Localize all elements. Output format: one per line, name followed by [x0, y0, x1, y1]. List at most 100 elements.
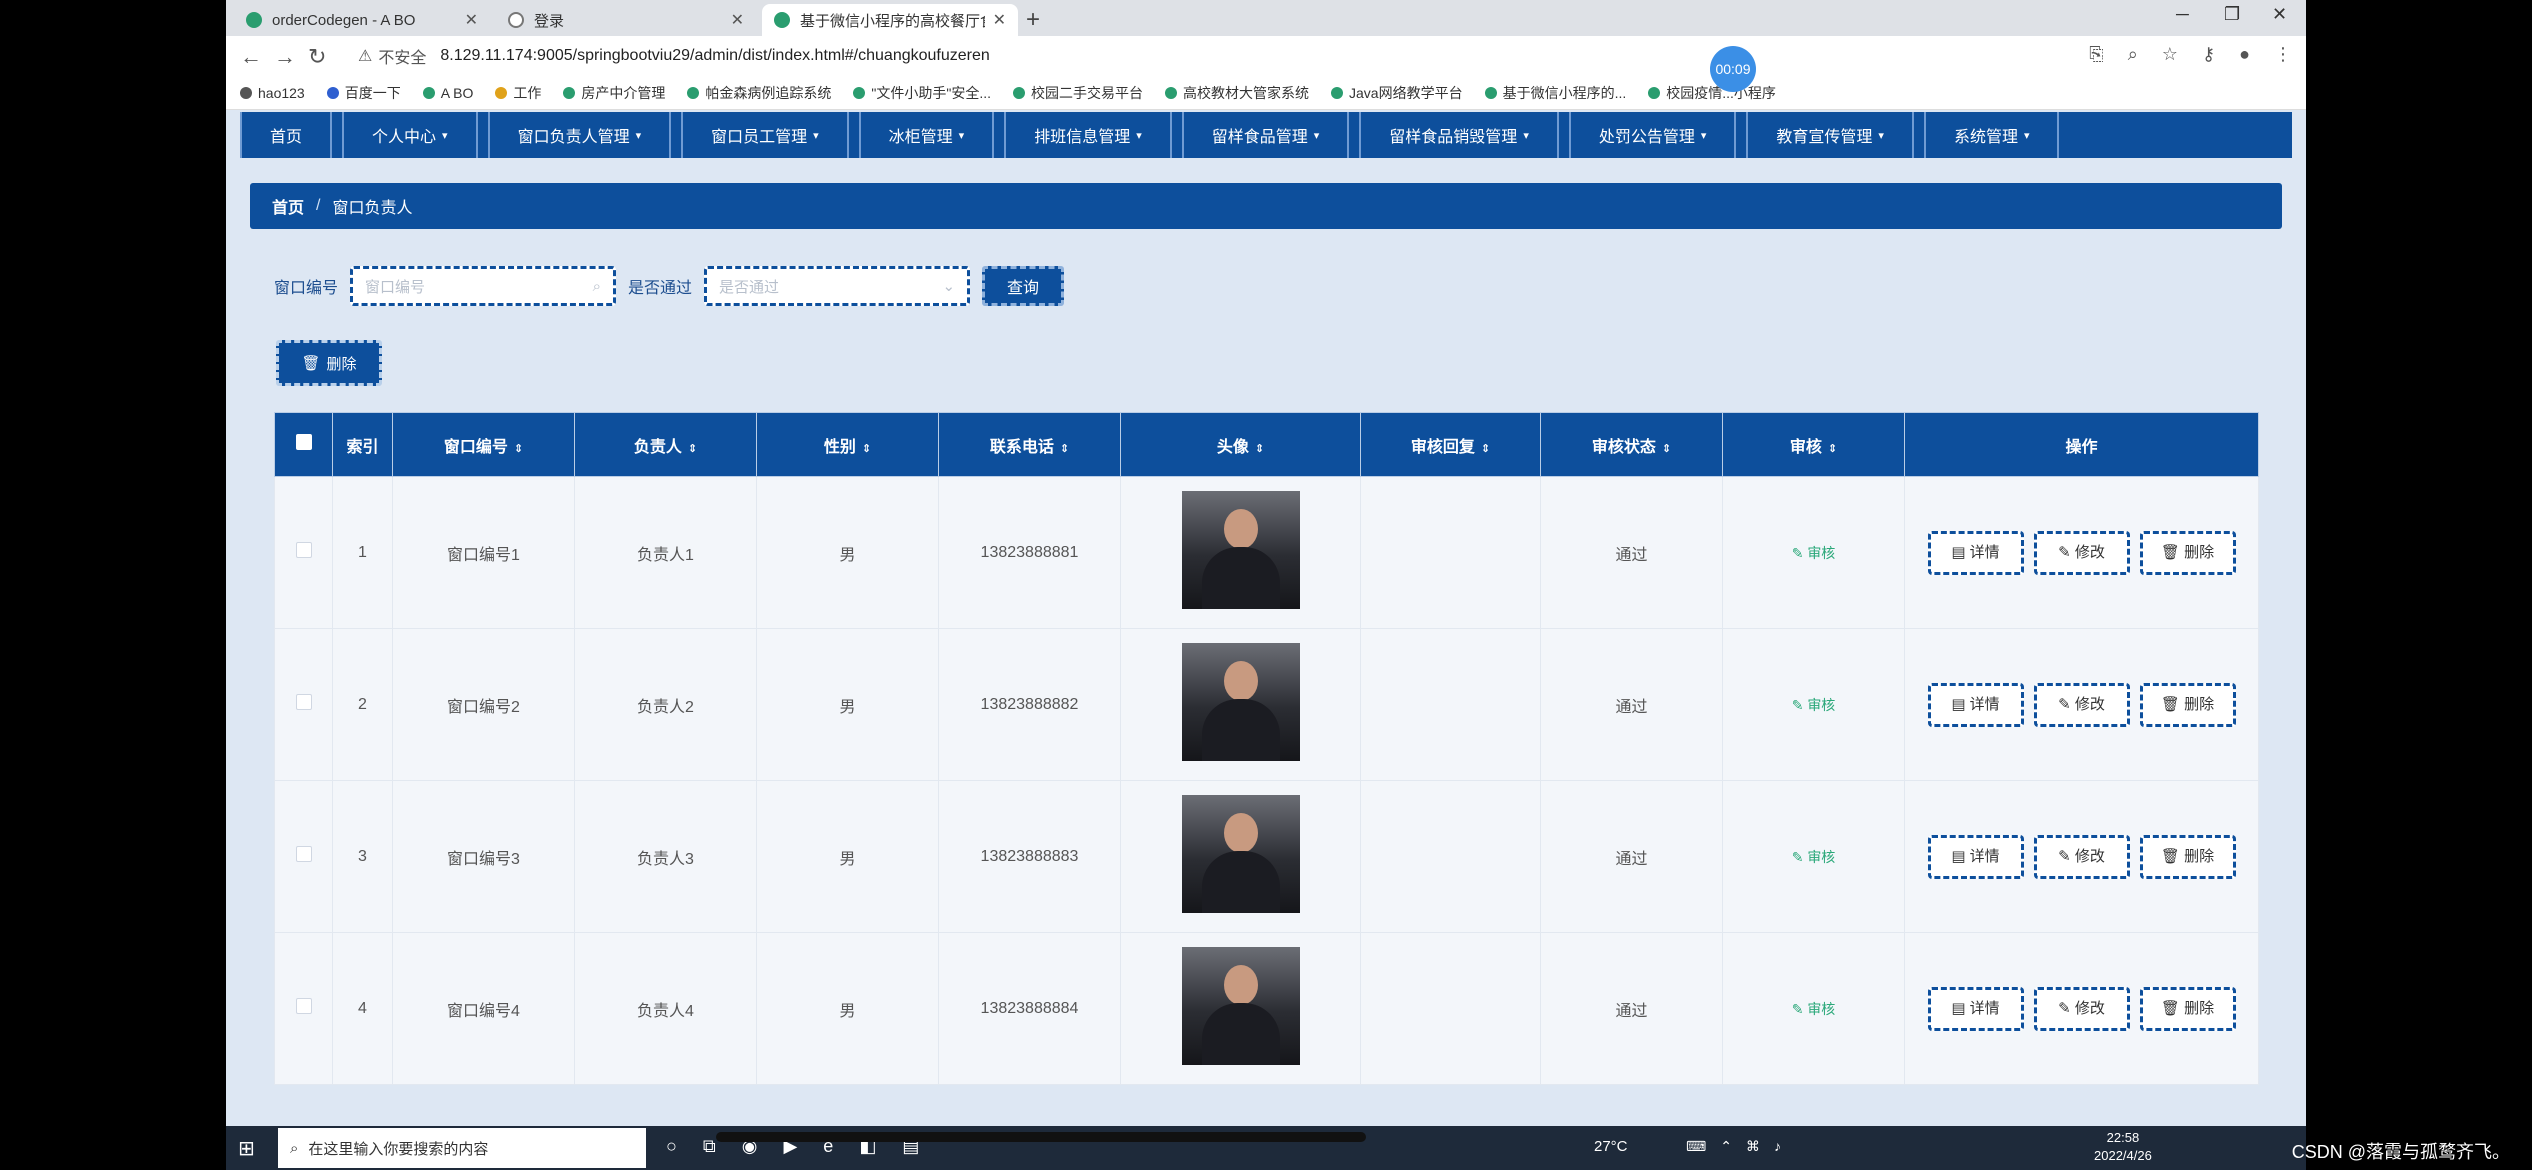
edit-button[interactable]: ✎ 修改	[2033, 986, 2130, 1031]
menu-icon[interactable]: ⋮	[2274, 44, 2292, 65]
network-icon[interactable]: ⌘	[1746, 1138, 1760, 1155]
nav-personal-center[interactable]: 个人中心 ▾	[342, 112, 478, 158]
detail-button[interactable]: ▤ 详情	[1927, 834, 2024, 879]
new-tab-icon[interactable]: +	[1026, 6, 1040, 34]
task-view-icon[interactable]: ⧉	[703, 1136, 716, 1157]
row-checkbox[interactable]	[295, 542, 312, 558]
sort-icon[interactable]: ⇕	[1662, 443, 1671, 455]
close-tab-icon[interactable]: ✕	[465, 10, 478, 30]
close-tab-icon[interactable]: ✕	[731, 10, 744, 30]
row-checkbox[interactable]	[295, 998, 312, 1014]
select-all-checkbox[interactable]	[295, 434, 312, 450]
nav-freezer[interactable]: 冰柜管理 ▾	[858, 112, 995, 158]
select-all-cell[interactable]	[274, 412, 333, 477]
header-window-code[interactable]: 窗口编号 ⇕	[392, 412, 575, 477]
bookmark[interactable]: 百度一下	[326, 83, 401, 103]
cortana-icon[interactable]: ○	[666, 1136, 677, 1157]
edit-button[interactable]: ✎ 修改	[2033, 682, 2130, 727]
bookmark[interactable]: 高校教材大管家系统	[1165, 83, 1309, 103]
minimize-icon[interactable]: ─	[2176, 4, 2189, 25]
delete-button[interactable]: 🗑 删除	[2139, 834, 2236, 879]
bookmark[interactable]: hao123	[240, 85, 305, 101]
chevron-up-icon[interactable]: ⌃	[1720, 1138, 1732, 1155]
bookmark[interactable]: Java网络教学平台	[1331, 83, 1463, 103]
delete-button[interactable]: 🗑 删除	[2139, 530, 2236, 575]
header-phone[interactable]: 联系电话 ⇕	[938, 412, 1121, 477]
bookmark[interactable]: 房产中介管理	[563, 83, 665, 103]
clock[interactable]: 22:58 2022/4/26	[2094, 1129, 2152, 1165]
browser-tab[interactable]: 登录 ✕	[496, 4, 756, 36]
url-field[interactable]: ⚠ 不安全 8.129.11.174:9005/springbootviu29/…	[346, 41, 2246, 71]
maximize-icon[interactable]: ❐	[2224, 4, 2240, 25]
audit-link[interactable]: ✎ 审核	[1792, 1001, 1836, 1017]
header-avatar[interactable]: 头像 ⇕	[1120, 412, 1361, 477]
avatar[interactable]	[1181, 947, 1300, 1065]
key-icon[interactable]: ⚷	[2202, 44, 2215, 65]
row-checkbox[interactable]	[295, 694, 312, 710]
nav-schedule[interactable]: 排班信息管理 ▾	[1004, 112, 1172, 158]
star-icon[interactable]: ☆	[2162, 44, 2178, 65]
header-status[interactable]: 审核状态 ⇕	[1540, 412, 1723, 477]
video-progress-bar[interactable]	[716, 1132, 1366, 1142]
query-button[interactable]: 查询	[982, 266, 1065, 306]
window-code-input[interactable]: 窗口编号 ⌕	[350, 266, 617, 306]
nav-home[interactable]: 首页	[240, 112, 333, 158]
bookmark[interactable]: 工作	[495, 83, 541, 103]
nav-penalty[interactable]: 处罚公告管理 ▾	[1568, 112, 1737, 158]
close-tab-icon[interactable]: ✕	[993, 10, 1006, 30]
header-reply[interactable]: 审核回复 ⇕	[1360, 412, 1541, 477]
row-checkbox[interactable]	[295, 846, 312, 862]
nav-sample-destroy[interactable]: 留样食品销毁管理 ▾	[1359, 112, 1559, 158]
header-person[interactable]: 负责人 ⇕	[574, 412, 757, 477]
bookmark[interactable]: 校园疫情...小程序	[1648, 83, 1776, 103]
detail-button[interactable]: ▤ 详情	[1927, 530, 2024, 575]
select-cell[interactable]	[274, 628, 333, 781]
taskbar-search-input[interactable]: ⌕ 在这里输入你要搜索的内容	[278, 1128, 646, 1168]
delete-button[interactable]: 🗑 删除	[2139, 986, 2236, 1031]
bookmark[interactable]: A BO	[422, 85, 473, 101]
edit-button[interactable]: ✎ 修改	[2033, 530, 2130, 575]
weather-temp[interactable]: 27°C	[1594, 1138, 1628, 1155]
nav-window-staff[interactable]: 窗口员工管理 ▾	[681, 112, 849, 158]
keyboard-icon[interactable]: ⌨	[1686, 1138, 1706, 1155]
sort-icon[interactable]: ⇕	[862, 443, 871, 455]
back-icon[interactable]: ←	[240, 44, 262, 70]
bookmark[interactable]: "文件小助手"安全...	[853, 83, 991, 103]
header-audit[interactable]: 审核 ⇕	[1722, 412, 1905, 477]
bookmark[interactable]: 基于微信小程序的...	[1484, 83, 1626, 103]
zoom-icon[interactable]: ⌕	[2128, 44, 2138, 65]
sort-icon[interactable]: ⇕	[1828, 443, 1837, 455]
reload-icon[interactable]: ↻	[308, 44, 326, 70]
audit-link[interactable]: ✎ 审核	[1792, 545, 1836, 561]
select-cell[interactable]	[274, 476, 333, 629]
nav-system[interactable]: 系统管理 ▾	[1923, 112, 2060, 158]
select-cell[interactable]	[274, 932, 333, 1085]
delete-button[interactable]: 🗑 删除	[2139, 682, 2236, 727]
nav-window-manager[interactable]: 窗口负责人管理 ▾	[487, 112, 672, 158]
sort-icon[interactable]: ⇕	[1255, 443, 1264, 455]
detail-button[interactable]: ▤ 详情	[1927, 682, 2024, 727]
avatar[interactable]	[1181, 795, 1300, 913]
browser-tab[interactable]: orderCodegen - A BO ✕	[234, 4, 490, 36]
nav-education[interactable]: 教育宣传管理 ▾	[1746, 112, 1914, 158]
sort-icon[interactable]: ⇕	[1060, 443, 1069, 455]
audit-link[interactable]: ✎ 审核	[1792, 849, 1836, 865]
bookmark[interactable]: 帕金森病例追踪系统	[687, 83, 831, 103]
browser-tab-active[interactable]: 基于微信小程序的高校餐厅食品 ✕	[762, 4, 1018, 36]
windows-start-icon[interactable]: ⊞	[238, 1136, 255, 1161]
sort-icon[interactable]: ⇕	[1481, 443, 1490, 455]
translate-icon[interactable]: ⎘	[2089, 44, 2103, 65]
sort-icon[interactable]: ⇕	[688, 443, 697, 455]
passed-select[interactable]: 是否通过 ⌄	[704, 266, 971, 306]
profile-icon[interactable]: ●	[2239, 44, 2250, 65]
detail-button[interactable]: ▤ 详情	[1927, 986, 2024, 1031]
breadcrumb-home[interactable]: 首页	[272, 194, 304, 218]
volume-icon[interactable]: ♪	[1774, 1138, 1781, 1155]
close-window-icon[interactable]: ✕	[2272, 4, 2287, 25]
forward-icon[interactable]: →	[274, 44, 296, 70]
avatar[interactable]	[1181, 643, 1300, 761]
audit-link[interactable]: ✎ 审核	[1792, 697, 1836, 713]
batch-delete-button[interactable]: 🗑 删除	[276, 340, 382, 386]
select-cell[interactable]	[274, 780, 333, 933]
header-gender[interactable]: 性别 ⇕	[756, 412, 939, 477]
